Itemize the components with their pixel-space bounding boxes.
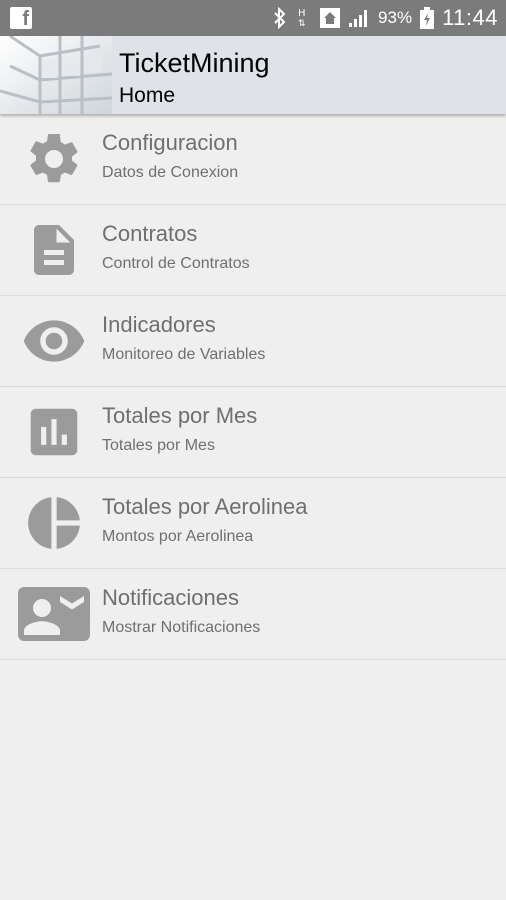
gear-icon <box>30 133 78 183</box>
app-header: TicketMining Home <box>0 36 506 114</box>
menu-item-title: Totales por Aerolinea <box>102 494 308 519</box>
contact-mail-icon <box>18 587 90 641</box>
status-bar: f H ⇅ 93% 11:44 <box>0 0 506 36</box>
menu-item-totales-mes[interactable]: Totales por Mes Totales por Mes <box>0 387 506 478</box>
page-subtitle: Home <box>119 84 176 107</box>
menu-item-subtitle: Control de Contratos <box>102 255 250 272</box>
signal-hplus-icon: H ⇅ <box>298 8 306 29</box>
menu-item-subtitle: Datos de Conexion <box>102 164 239 181</box>
menu-item-notificaciones[interactable]: Notificaciones Mostrar Notificaciones <box>0 569 506 660</box>
svg-text:H: H <box>298 8 306 19</box>
svg-text:⇅: ⇅ <box>298 19 306 29</box>
menu-item-title: Indicadores <box>102 312 216 337</box>
menu-item-subtitle: Monitoreo de Variables <box>102 346 266 363</box>
clock: 11:44 <box>442 5 498 30</box>
bar-chart-icon <box>30 408 78 456</box>
pie-chart-icon <box>28 497 80 549</box>
app-logo[interactable] <box>0 36 112 114</box>
menu-item-configuracion[interactable]: Configuracion Datos de Conexion <box>0 114 506 205</box>
menu-item-title: Configuracion <box>102 130 238 155</box>
bluetooth-icon <box>274 7 286 29</box>
battery-charging-icon <box>420 7 435 29</box>
menu-item-totales-aerolinea[interactable]: Totales por Aerolinea Montos por Aerolin… <box>0 478 506 569</box>
menu-item-title: Notificaciones <box>102 585 239 610</box>
menu-item-subtitle: Montos por Aerolinea <box>102 528 254 545</box>
home-icon <box>320 8 341 28</box>
menu-item-indicadores[interactable]: Indicadores Monitoreo de Variables <box>0 296 506 387</box>
nav-menu: Configuracion Datos de Conexion Contrato… <box>0 114 506 660</box>
facebook-icon: f <box>10 7 32 29</box>
menu-item-subtitle: Mostrar Notificaciones <box>102 619 261 636</box>
eye-icon <box>23 320 85 362</box>
cell-signal-icon <box>349 10 368 27</box>
document-icon <box>34 225 74 275</box>
menu-item-title: Contratos <box>102 221 198 246</box>
menu-item-title: Totales por Mes <box>102 403 258 428</box>
menu-item-contratos[interactable]: Contratos Control de Contratos <box>0 205 506 296</box>
battery-percent: 93% <box>378 8 413 27</box>
menu-item-subtitle: Totales por Mes <box>102 437 215 454</box>
app-title: TicketMining <box>119 48 270 78</box>
